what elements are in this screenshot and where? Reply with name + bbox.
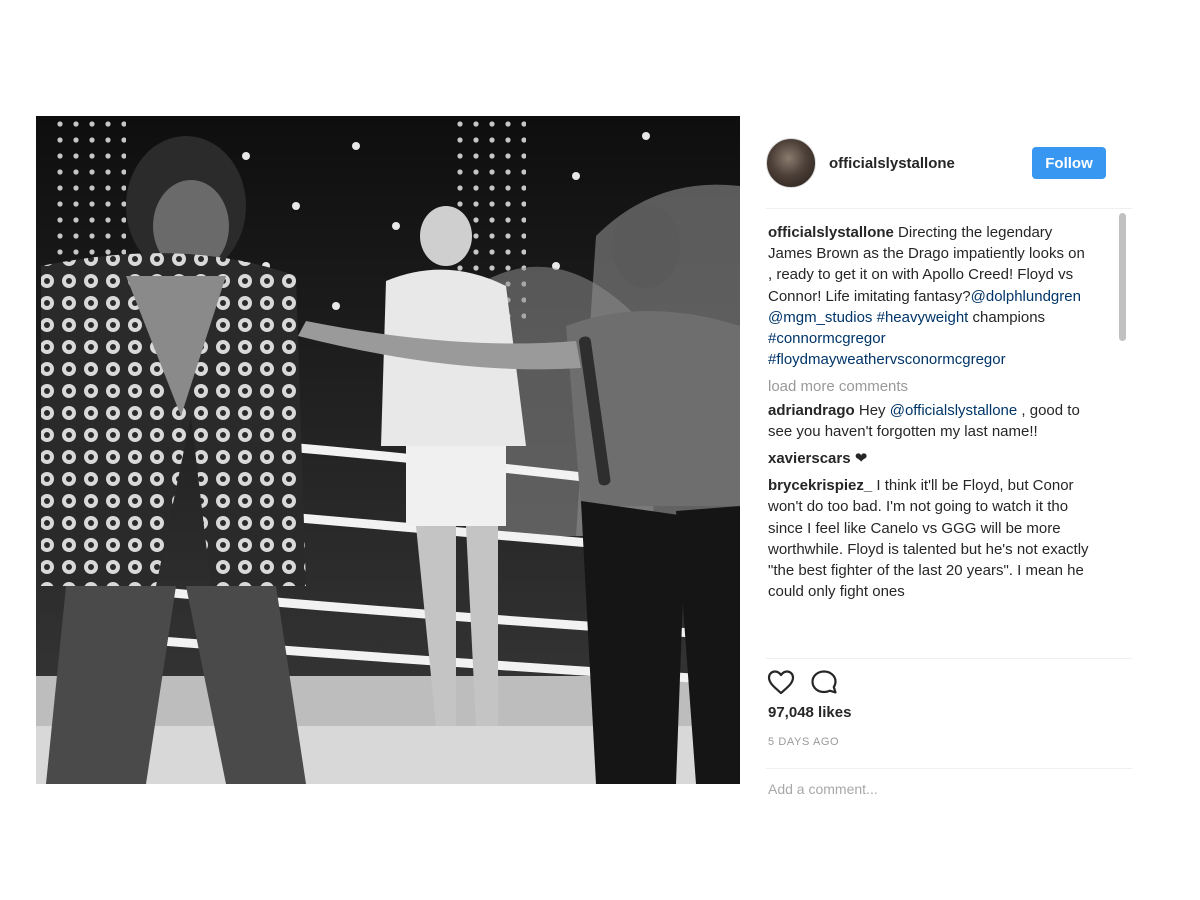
post-side-panel: officialslystallone Follow officialslyst… <box>740 116 1132 796</box>
mention-link[interactable]: @officialslystallone <box>890 402 1018 419</box>
caption: officialslystallone Directing the legend… <box>768 222 1090 370</box>
likes-count[interactable]: 97,048 likes <box>768 704 851 721</box>
comment-username[interactable]: xavierscars <box>768 450 851 467</box>
comment-username[interactable]: brycekrispiez_ <box>768 477 872 494</box>
add-comment-input[interactable]: Add a comment... <box>768 781 878 795</box>
post-timestamp[interactable]: 5 DAYS AGO <box>768 736 839 748</box>
mention-link[interactable]: @dolphlundgren <box>971 288 1081 305</box>
post-photo-image <box>36 116 740 784</box>
heart-icon[interactable] <box>766 668 796 701</box>
follow-button[interactable]: Follow <box>1032 147 1106 179</box>
post-photo[interactable] <box>36 116 740 784</box>
avatar[interactable] <box>766 138 816 188</box>
comment-item: brycekrispiez_ I think it'll be Floyd, b… <box>768 475 1090 602</box>
hashtag-link[interactable]: #heavyweight <box>877 309 969 326</box>
load-more-comments[interactable]: load more comments <box>768 376 1090 397</box>
comment-bubble-icon[interactable] <box>810 668 840 701</box>
comments-scrollbar[interactable] <box>1118 211 1128 653</box>
scrollbar-thumb[interactable] <box>1119 213 1126 341</box>
post-header: officialslystallone Follow <box>766 138 1106 188</box>
action-bar <box>766 668 840 701</box>
comment-username[interactable]: adriandrago <box>768 402 855 419</box>
header-divider <box>766 208 1132 209</box>
header-username[interactable]: officialslystallone <box>829 155 1032 172</box>
comment-text: I think it'll be Floyd, but Conor won't … <box>768 477 1089 601</box>
comment-item: adriandrago Hey @officialslystallone , g… <box>768 400 1090 442</box>
caption-username[interactable]: officialslystallone <box>768 224 894 241</box>
comment-text: Hey <box>858 401 886 419</box>
actions-divider <box>766 658 1132 659</box>
heart-emoji: ❤ <box>854 450 868 468</box>
hashtag-link[interactable]: #floydmayweathervsconormcgregor <box>768 351 1006 368</box>
mention-link[interactable]: @mgm_studios <box>768 309 872 326</box>
input-divider <box>766 768 1132 769</box>
comment-item: xavierscars ❤ <box>768 448 1090 469</box>
comments-list[interactable]: officialslystallone Directing the legend… <box>768 222 1090 652</box>
hashtag-link[interactable]: #connormcgregor <box>768 330 886 347</box>
caption-text-middle: champions <box>972 308 1046 326</box>
